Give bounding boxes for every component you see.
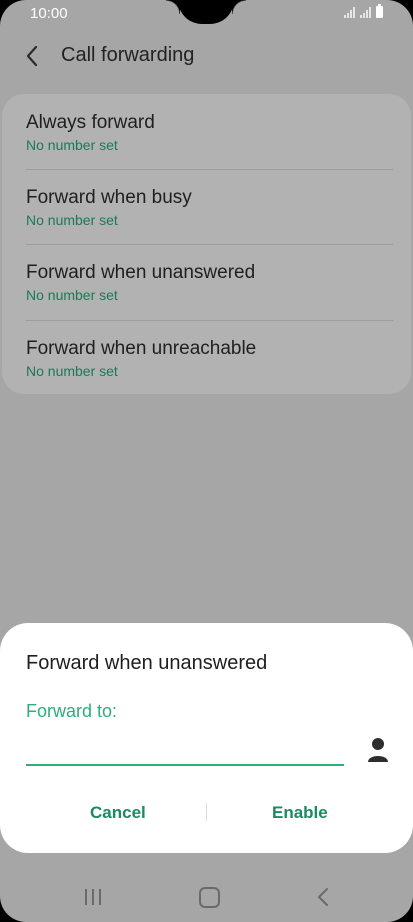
divider [26,320,393,321]
option-label: Always forward [26,112,155,133]
navigation-bar [0,866,413,922]
camera-notch [178,0,234,24]
option-label: Forward when busy [26,187,192,208]
button-divider [206,803,207,821]
option-always-forward[interactable]: Always forward No number set [26,112,388,153]
page-title: Call forwarding [61,44,195,66]
forward-number-input[interactable] [26,733,348,763]
status-icons [344,4,383,18]
option-forward-when-unanswered[interactable]: Forward when unanswered No number set [26,262,388,303]
back-arrow-icon[interactable] [22,45,44,67]
signal-icon [360,7,371,18]
phone-screen: 10:00 Call forwarding Always forward No … [0,0,413,922]
option-forward-when-unreachable[interactable]: Forward when unreachable No number set [26,338,388,379]
app-header: Call forwarding [0,36,413,76]
forwarding-options-card: Always forward No number set Forward whe… [2,94,411,394]
battery-icon [376,4,383,18]
option-forward-when-busy[interactable]: Forward when busy No number set [26,187,388,228]
enable-button[interactable]: Enable [272,803,328,823]
contact-picker-icon[interactable] [366,736,390,764]
option-label: Forward when unanswered [26,262,256,283]
forward-dialog: Forward when unanswered Forward to: Canc… [0,623,413,853]
recent-apps-icon[interactable] [84,888,102,906]
home-icon[interactable] [199,887,220,908]
notch-shoulder [232,0,246,14]
signal-icon [344,7,355,18]
option-label: Forward when unreachable [26,338,257,359]
forward-to-label: Forward to: [26,701,118,721]
option-status: No number set [26,137,118,153]
input-underline [26,764,344,766]
divider [26,244,393,245]
cancel-button[interactable]: Cancel [90,803,146,823]
option-status: No number set [26,363,118,379]
option-status: No number set [26,212,118,228]
dialog-title: Forward when unanswered [26,652,268,674]
status-time: 10:00 [30,5,68,22]
nav-back-icon[interactable] [316,887,330,907]
option-status: No number set [26,287,118,303]
divider [26,169,393,170]
